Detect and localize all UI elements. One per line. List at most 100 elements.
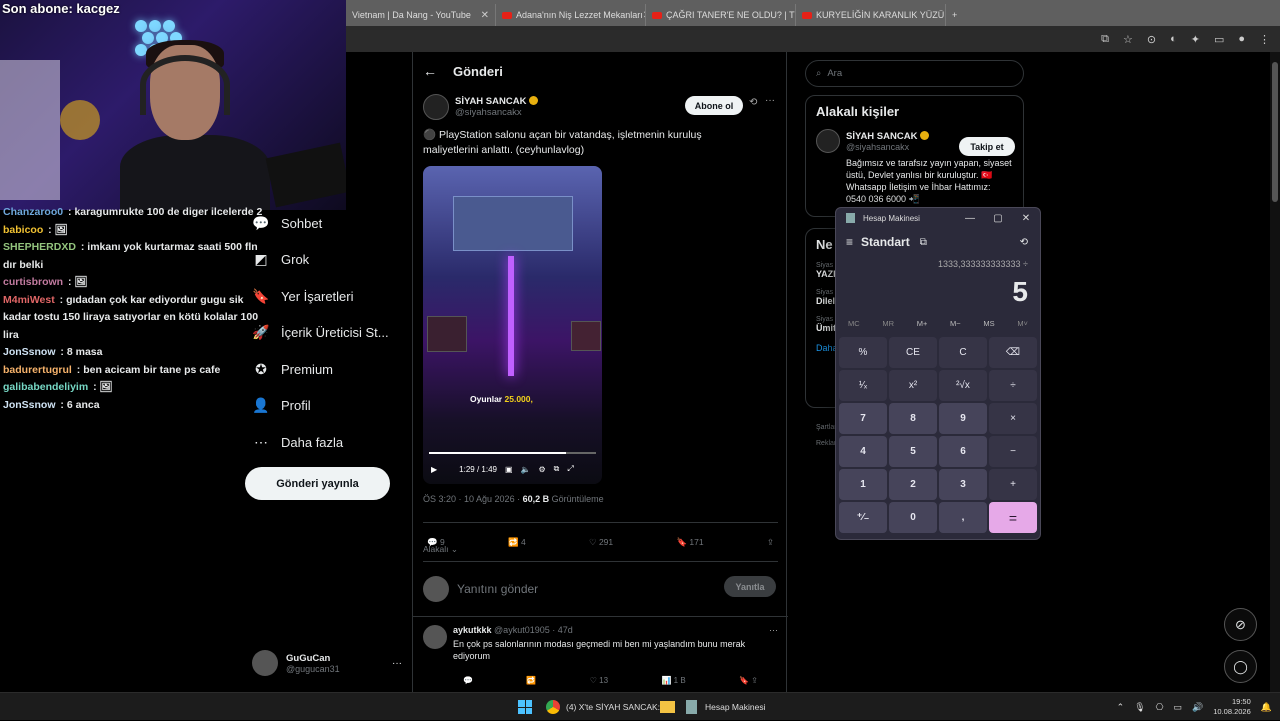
taskbar-calculator[interactable]: Hesap Makinesi	[686, 693, 765, 721]
memory-button[interactable]: MR	[882, 319, 894, 328]
fullscreen-icon[interactable]: ⤢	[567, 464, 573, 474]
reply-input[interactable]: Yanıtını gönder	[457, 582, 538, 596]
more-icon[interactable]: ···	[392, 658, 402, 669]
maximize-button[interactable]: ▢	[984, 213, 1012, 224]
extension-icon[interactable]: ◐	[1170, 33, 1177, 45]
browser-tab[interactable]: KURYELİĞİN KARANLIK YÜZÜ:✕	[796, 4, 946, 26]
views-action[interactable]: 📊 1 B	[661, 676, 685, 685]
captions-icon[interactable]: ▣	[505, 465, 513, 474]
bookmark-action[interactable]: 🔖 171	[676, 537, 703, 548]
subscribe-button[interactable]: Abone ol	[685, 96, 743, 115]
calculator-key[interactable]: x²	[889, 370, 937, 401]
menu-icon[interactable]: ⋮	[1259, 33, 1270, 46]
extension-icon[interactable]: ⊙	[1147, 33, 1156, 46]
memory-button[interactable]: M˅	[1017, 319, 1028, 328]
like-action[interactable]: ♡ 13	[590, 676, 608, 685]
calculator-key[interactable]: 0	[889, 502, 937, 533]
calculator-titlebar[interactable]: Hesap Makinesi — ▢ ✕	[836, 208, 1040, 228]
volume-icon[interactable]: 🔊	[1192, 702, 1203, 713]
account-switcher[interactable]: GuGuCan @gugucan31 ···	[252, 648, 402, 678]
calculator-key[interactable]: CE	[889, 337, 937, 368]
start-button[interactable]	[518, 693, 532, 721]
memory-button[interactable]: M+	[917, 319, 928, 328]
keep-on-top-icon[interactable]: ⧉	[920, 237, 927, 248]
calculator-key[interactable]: 9	[939, 403, 987, 434]
close-button[interactable]: ✕	[1012, 213, 1040, 224]
calculator-key[interactable]: 8	[889, 403, 937, 434]
repost-action[interactable]: 🔁	[526, 676, 536, 685]
calculator-key[interactable]: ²√x	[939, 370, 987, 401]
cast-icon[interactable]: ⧉	[1101, 33, 1109, 46]
post-button[interactable]: Gönderi yayınla	[245, 467, 390, 500]
messages-fab-button[interactable]: ◯	[1224, 650, 1257, 683]
calculator-key[interactable]: ×	[989, 403, 1037, 434]
calculator-key[interactable]: 4	[839, 436, 887, 467]
taskbar-chrome[interactable]: (4) X'te SİYAH SANCAK:	[546, 693, 660, 721]
repost-action[interactable]: 🔁 4	[508, 537, 526, 548]
related-dropdown[interactable]: Alakalı ⌄	[423, 544, 458, 555]
calculator-key[interactable]: 3	[939, 469, 987, 500]
calculator-key[interactable]: ¹⁄ₓ	[839, 370, 887, 401]
settings-icon[interactable]: ⚙	[539, 465, 546, 474]
puzzle-icon[interactable]: ✦	[1191, 33, 1200, 46]
calculator-key[interactable]: 2	[889, 469, 937, 500]
browser-tab[interactable]: Adana'nın Niş Lezzet Mekanları✕	[496, 4, 646, 26]
hamburger-menu-icon[interactable]: ≡	[846, 235, 853, 249]
chevron-up-icon[interactable]: ⌃	[1117, 702, 1125, 713]
bookmark-action[interactable]: 🔖 ⇪	[739, 676, 758, 685]
search-input[interactable]: ⌕ Ara	[805, 60, 1024, 87]
author-handle[interactable]: @siyahsancakx	[455, 107, 538, 118]
reply-tweet[interactable]: aykutkkk @aykut01905 · 47d ··· En çok ps…	[413, 616, 788, 693]
nav-item-chat[interactable]: 💬 Sohbet	[245, 205, 405, 242]
nav-item-bookmarks[interactable]: 🔖 Yer İşaretleri	[245, 278, 405, 315]
mic-icon[interactable]: 🎙	[1134, 702, 1145, 713]
calculator-key[interactable]: 6	[939, 436, 987, 467]
vpn-icon[interactable]: ⎔	[1156, 702, 1164, 713]
clock[interactable]: 19:50 10.08.2026	[1213, 697, 1251, 717]
more-icon[interactable]: ···	[765, 95, 775, 106]
reply-button[interactable]: Yanıtla	[724, 576, 776, 597]
grok-icon[interactable]: ⟲	[749, 97, 757, 108]
memory-button[interactable]: MC	[848, 319, 860, 328]
nav-item-premium[interactable]: ✪ Premium	[245, 351, 405, 388]
avatar[interactable]	[423, 625, 447, 649]
back-arrow-icon[interactable]: ←	[423, 63, 437, 79]
nav-item-profile[interactable]: 👤 Profil	[245, 388, 405, 425]
video-player[interactable]: Oyunlar 25.000, ▶ 1:29 / 1:49 ▣ 🔈 ⚙ ⧉ ⤢	[423, 166, 602, 484]
calculator-key[interactable]: 7	[839, 403, 887, 434]
bookmark-star-icon[interactable]: ☆	[1123, 33, 1133, 46]
calculator-key[interactable]: 1	[839, 469, 887, 500]
calculator-key[interactable]: %	[839, 337, 887, 368]
reply-author[interactable]: aykutkkk	[453, 625, 492, 635]
nav-item-creator-studio[interactable]: 🚀 İçerik Üreticisi St...	[245, 315, 405, 352]
browser-tab[interactable]: ÇAĞRI TANER'E NE OLDU? | TÜ✕	[646, 4, 796, 26]
calculator-key[interactable]: C	[939, 337, 987, 368]
share-icon[interactable]: ⇪	[767, 537, 774, 548]
taskbar-file-explorer[interactable]	[660, 693, 675, 721]
history-icon[interactable]: ⟲	[1020, 237, 1028, 248]
calculator-key[interactable]: ⌫	[989, 337, 1037, 368]
like-action[interactable]: ♡ 291	[589, 537, 613, 548]
reply-action[interactable]: 💬	[463, 676, 473, 685]
more-icon[interactable]: ···	[769, 625, 778, 635]
close-tab-icon[interactable]: ✕	[481, 10, 489, 21]
calculator-key[interactable]: +	[989, 469, 1037, 500]
profile-avatar-icon[interactable]: ●	[1238, 33, 1245, 45]
memory-button[interactable]: MS	[983, 319, 994, 328]
calculator-key[interactable]: ÷	[989, 370, 1037, 401]
equals-button[interactable]: =	[989, 502, 1037, 533]
volume-icon[interactable]: 🔈	[521, 465, 531, 474]
sidebar-icon[interactable]: ▭	[1214, 33, 1224, 46]
author-name[interactable]: SİYAH SANCAK	[455, 96, 526, 107]
grok-fab-button[interactable]: ⊘	[1224, 608, 1257, 641]
person-name[interactable]: SİYAH SANCAK	[846, 131, 917, 142]
follow-button[interactable]: Takip et	[959, 137, 1015, 156]
avatar[interactable]	[816, 129, 840, 153]
avatar[interactable]	[423, 94, 449, 120]
network-icon[interactable]: ▭	[1174, 702, 1183, 713]
nav-item-more[interactable]: ⋯ Daha fazla	[245, 424, 405, 461]
minimize-button[interactable]: —	[956, 213, 984, 224]
notification-icon[interactable]: 🔔	[1261, 702, 1272, 713]
calculator-key[interactable]: ,	[939, 502, 987, 533]
calculator-key[interactable]: 5	[889, 436, 937, 467]
